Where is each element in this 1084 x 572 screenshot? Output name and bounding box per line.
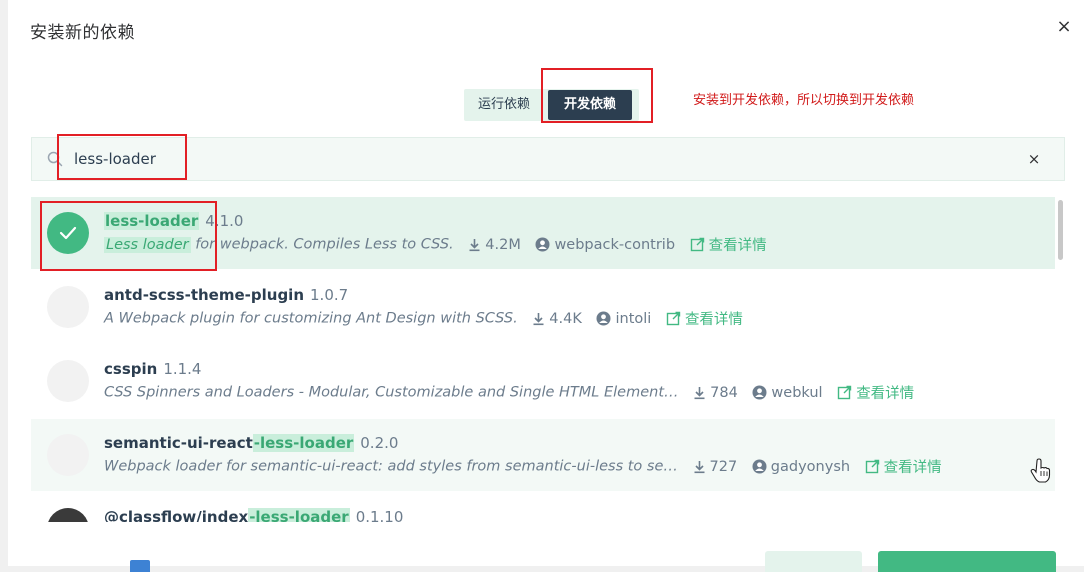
view-details-link[interactable]: 查看详情 xyxy=(666,308,743,329)
package-search-bar: × xyxy=(31,137,1065,181)
download-count: 4.2M xyxy=(485,236,521,253)
download-icon xyxy=(694,386,705,399)
install-button[interactable] xyxy=(878,551,1056,572)
list-item[interactable]: csspin 1.1.4 CSS Spinners and Loaders - M… xyxy=(31,345,1055,417)
cancel-button[interactable] xyxy=(765,551,862,572)
package-author: webpack-contrib xyxy=(554,236,676,253)
tab-runtime-dependencies[interactable]: 运行依赖 xyxy=(478,89,530,121)
package-description: CSS Spinners and Loaders - Modular, Cust… xyxy=(104,384,679,401)
external-link-icon xyxy=(837,385,852,400)
hand-pointer-icon xyxy=(1030,458,1051,483)
footer-checkbox[interactable] xyxy=(130,560,150,572)
check-icon xyxy=(59,226,77,240)
match-highlight: -less-loader xyxy=(248,508,350,522)
install-dependency-dialog: 安装新的依赖 × 运行依赖 开发依赖 安装到开发依赖，所以切换到开发依赖 × l… xyxy=(8,0,1084,566)
package-avatar xyxy=(47,286,89,328)
download-icon xyxy=(469,238,480,251)
package-author: gadyonysh xyxy=(770,458,851,475)
user-icon xyxy=(596,311,611,326)
selected-check[interactable] xyxy=(47,212,89,254)
package-description: A Webpack plugin for customizing Ant Des… xyxy=(104,310,518,327)
package-avatar xyxy=(47,360,89,402)
package-author: webkul xyxy=(771,384,823,401)
dialog-title: 安装新的依赖 xyxy=(30,23,135,43)
user-icon xyxy=(535,237,550,252)
package-avatar xyxy=(47,508,89,522)
list-item[interactable]: antd-scss-theme-plugin 1.0.7 A Webpack pl… xyxy=(31,271,1055,343)
annotation-note: 安装到开发依赖，所以切换到开发依赖 xyxy=(693,93,915,108)
package-version: 1.0.7 xyxy=(310,286,349,304)
external-link-icon xyxy=(690,237,704,252)
match-highlight: Less loader xyxy=(104,236,191,253)
list-item[interactable]: less-loader 4.1.0 Less loader for webpack… xyxy=(31,197,1055,269)
download-icon xyxy=(694,460,704,473)
package-description: Less loader for webpack. Compiles Less t… xyxy=(104,236,454,253)
package-name: @classflow/index xyxy=(104,508,249,522)
view-details-link[interactable]: 查看详情 xyxy=(865,456,942,477)
package-version: 0.2.0 xyxy=(360,434,399,452)
external-link-icon xyxy=(666,311,681,326)
user-icon xyxy=(752,459,767,474)
package-avatar xyxy=(47,434,89,476)
results-scrollbar[interactable] xyxy=(1058,200,1063,260)
search-input[interactable] xyxy=(74,144,974,174)
clear-search-icon[interactable]: × xyxy=(1024,148,1044,170)
view-details-link[interactable]: 查看详情 xyxy=(690,234,767,255)
package-version: 4.1.0 xyxy=(205,212,244,230)
search-results-list: less-loader 4.1.0 Less loader for webpack… xyxy=(31,197,1055,522)
external-link-icon xyxy=(865,459,879,474)
view-details-link[interactable]: 查看详情 xyxy=(837,382,914,403)
list-item[interactable]: semantic-ui-react-less-loader 0.2.0 Webpa… xyxy=(31,419,1055,491)
package-version: 1.1.4 xyxy=(163,360,202,378)
package-name: csspin xyxy=(104,360,158,378)
search-icon xyxy=(47,151,63,167)
package-description: Webpack loader for semantic-ui-react: ad… xyxy=(104,458,678,475)
package-name: less-loader xyxy=(104,212,200,230)
package-name: antd-scss-theme-plugin xyxy=(104,286,305,304)
package-version: 0.1.10 xyxy=(355,508,404,522)
download-count: 727 xyxy=(709,458,738,475)
dependency-type-tabs: 运行依赖 开发依赖 xyxy=(464,89,639,121)
user-icon xyxy=(752,385,767,400)
list-item[interactable]: @classflow/index-less-loader 0.1.10 xyxy=(31,493,1055,522)
tab-dev-dependencies[interactable]: 开发依赖 xyxy=(548,90,632,120)
package-name: semantic-ui-react xyxy=(104,434,253,452)
package-author: intoli xyxy=(615,310,652,327)
match-highlight: -less-loader xyxy=(252,434,355,452)
download-count: 784 xyxy=(710,384,738,401)
close-icon[interactable]: × xyxy=(1054,16,1074,38)
download-icon xyxy=(533,312,544,325)
download-count: 4.4K xyxy=(549,310,582,327)
